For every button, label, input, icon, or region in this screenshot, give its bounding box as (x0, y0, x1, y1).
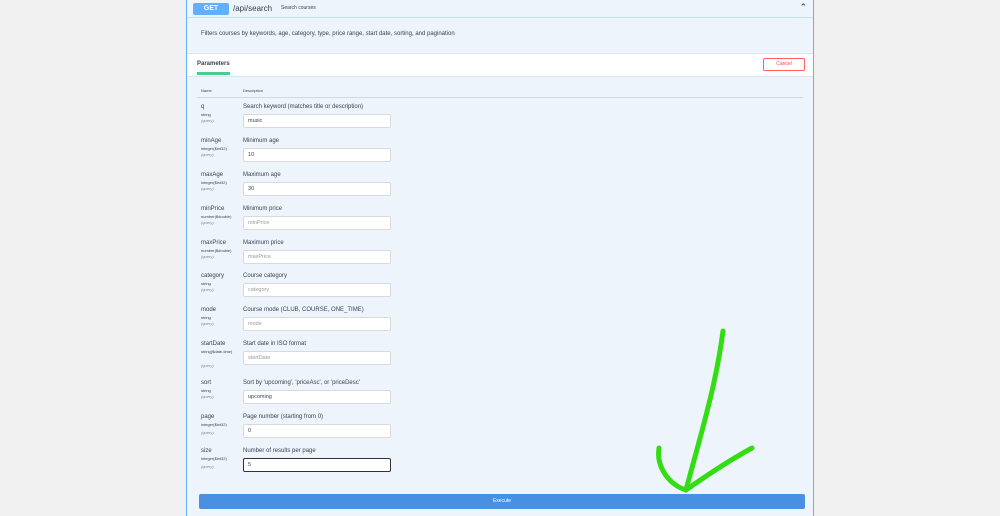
annotation-arrow-icon (656, 328, 755, 493)
arrow-head (656, 445, 755, 493)
